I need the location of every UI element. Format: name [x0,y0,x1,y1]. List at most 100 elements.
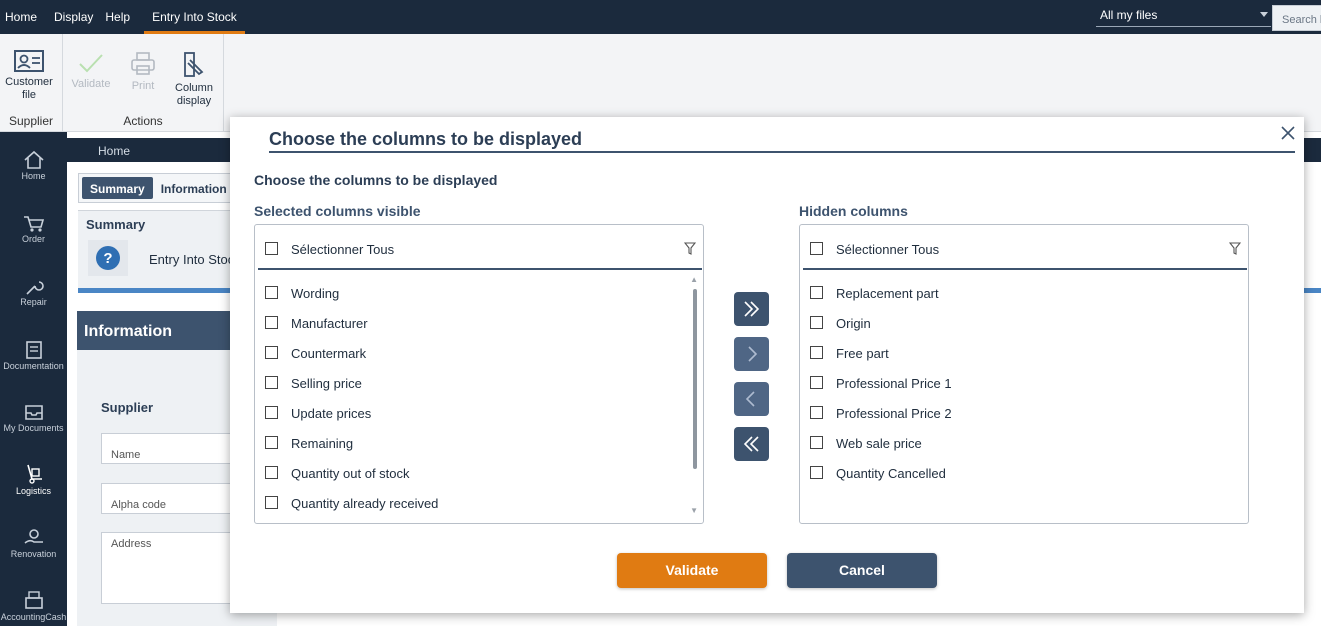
help-icon[interactable]: ? [88,240,128,276]
files-select[interactable]: All my files [1096,4,1271,27]
selected-columns-label: Selected columns visible [254,203,421,219]
close-icon[interactable] [1280,125,1296,141]
top-bar: Home Display Help Entry Into Stock All m… [0,0,1321,34]
item-label: Selling price [291,376,362,391]
alpha-code-field[interactable]: Alpha code [101,483,241,514]
select-all-checkbox[interactable] [810,242,823,255]
sidebar-item-logistics[interactable]: Logistics [0,463,67,496]
name-field[interactable]: Name [101,433,241,464]
breadcrumb[interactable]: Home [98,144,130,158]
ribbon-group-actions: Validate Print Column display Actions [63,34,224,132]
document-icon [25,341,42,359]
move-all-right-button[interactable] [734,292,769,326]
customer-card-icon [14,50,44,72]
sidebar-item-home[interactable]: Home [0,150,67,181]
scroll-up-arrow[interactable]: ▲ [690,275,698,284]
validate-button[interactable]: Validate [617,553,767,588]
svg-text:?: ? [103,250,112,267]
sidebar-item-accounting-cash[interactable]: AccountingCash [0,589,67,622]
menu-home[interactable]: Home [0,0,43,34]
move-right-button[interactable] [734,337,769,371]
inbox-icon [24,405,43,420]
list-item[interactable]: Professional Price 1 [803,369,1223,399]
item-checkbox[interactable] [810,436,823,449]
customer-file-button[interactable]: Customer file [3,50,55,102]
chevron-right-icon [748,346,758,362]
menu-display[interactable]: Display [43,0,99,34]
validate-ribbon-label: Validate [71,78,111,90]
list-item[interactable]: Wording [258,279,678,309]
ribbon-group-supplier-label: Supplier [8,114,54,128]
item-checkbox[interactable] [810,316,823,329]
item-checkbox[interactable] [810,376,823,389]
print-button[interactable]: Print [123,52,163,93]
list-item[interactable]: Selling price [258,369,678,399]
entry-into-stock-label: Entry Into Stoc [149,252,235,267]
sidebar-item-label: Renovation [10,549,57,559]
list-item[interactable]: Remaining [258,429,678,459]
list-item[interactable]: Origin [803,309,1223,339]
move-left-button[interactable] [734,382,769,416]
menu-help[interactable]: Help [99,0,136,34]
sidebar-item-renovation[interactable]: Renovation [0,526,67,559]
ribbon-group-actions-label: Actions [123,114,163,128]
tab-summary[interactable]: Summary [82,177,153,199]
item-checkbox[interactable] [265,436,278,449]
sidebar-item-label: Home [21,171,46,181]
list-item[interactable]: Quantity Cancelled [803,459,1223,489]
search-input[interactable]: Search l [1272,5,1321,31]
item-checkbox[interactable] [810,286,823,299]
move-all-left-button[interactable] [734,427,769,461]
tab-information[interactable]: Information [153,177,235,199]
validate-ribbon-button[interactable]: Validate [69,52,113,91]
column-display-icon [184,52,204,77]
list-item[interactable]: Professional Price 2 [803,399,1223,429]
cancel-button[interactable]: Cancel [787,553,937,588]
select-all-checkbox[interactable] [265,242,278,255]
list-item[interactable]: Quantity already received [258,489,678,519]
files-select-value: All my files [1100,8,1158,22]
sidebar-item-my-documents[interactable]: My Documents [0,402,67,433]
item-checkbox[interactable] [265,376,278,389]
tab-bar: Summary Information [78,173,239,203]
column-display-button[interactable]: Column display [171,52,217,108]
chevron-down-icon [1260,12,1268,17]
item-checkbox[interactable] [265,316,278,329]
sidebar-item-documentation[interactable]: Documentation [0,340,67,371]
list-item[interactable]: Countermark [258,339,678,369]
sidebar: Home Order Repair Documentation My Docum… [0,132,67,626]
item-label: Quantity Cancelled [836,466,946,481]
gear-hand-icon [24,529,43,544]
item-checkbox[interactable] [810,346,823,359]
ribbon-group-supplier: Customer file Supplier [0,34,63,132]
item-checkbox[interactable] [810,466,823,479]
sidebar-item-order[interactable]: Order [0,215,67,244]
filter-icon[interactable] [684,242,696,255]
filter-icon[interactable] [1229,242,1241,255]
list-item[interactable]: Update prices [258,399,678,429]
list-item[interactable]: Replacement part [803,279,1223,309]
item-checkbox[interactable] [265,496,278,509]
item-checkbox[interactable] [265,286,278,299]
list-item[interactable]: Manufacturer [258,309,678,339]
item-checkbox[interactable] [810,406,823,419]
list-item[interactable]: Web sale price [803,429,1223,459]
scrollbar-thumb[interactable] [693,289,697,469]
item-label: Free part [836,346,889,361]
list-item[interactable]: Quantity out of stock [258,459,678,489]
menu-entry-into-stock[interactable]: Entry Into Stock [144,0,245,34]
item-label: Origin [836,316,871,331]
scroll-down-arrow[interactable]: ▼ [690,506,698,515]
address-field[interactable]: Address [101,532,241,604]
item-checkbox[interactable] [265,466,278,479]
column-chooser-dialog: Choose the columns to be displayed Choos… [230,117,1304,613]
item-checkbox[interactable] [265,346,278,359]
hand-truck-icon [26,464,42,484]
sidebar-item-repair[interactable]: Repair [0,278,67,307]
printer-icon [131,52,155,75]
item-checkbox[interactable] [265,406,278,419]
sidebar-item-label: Repair [20,297,47,307]
selected-columns-list: Sélectionner Tous Wording Manufacturer C… [254,224,704,524]
list-item[interactable]: Free part [803,339,1223,369]
item-label: Replacement part [836,286,939,301]
